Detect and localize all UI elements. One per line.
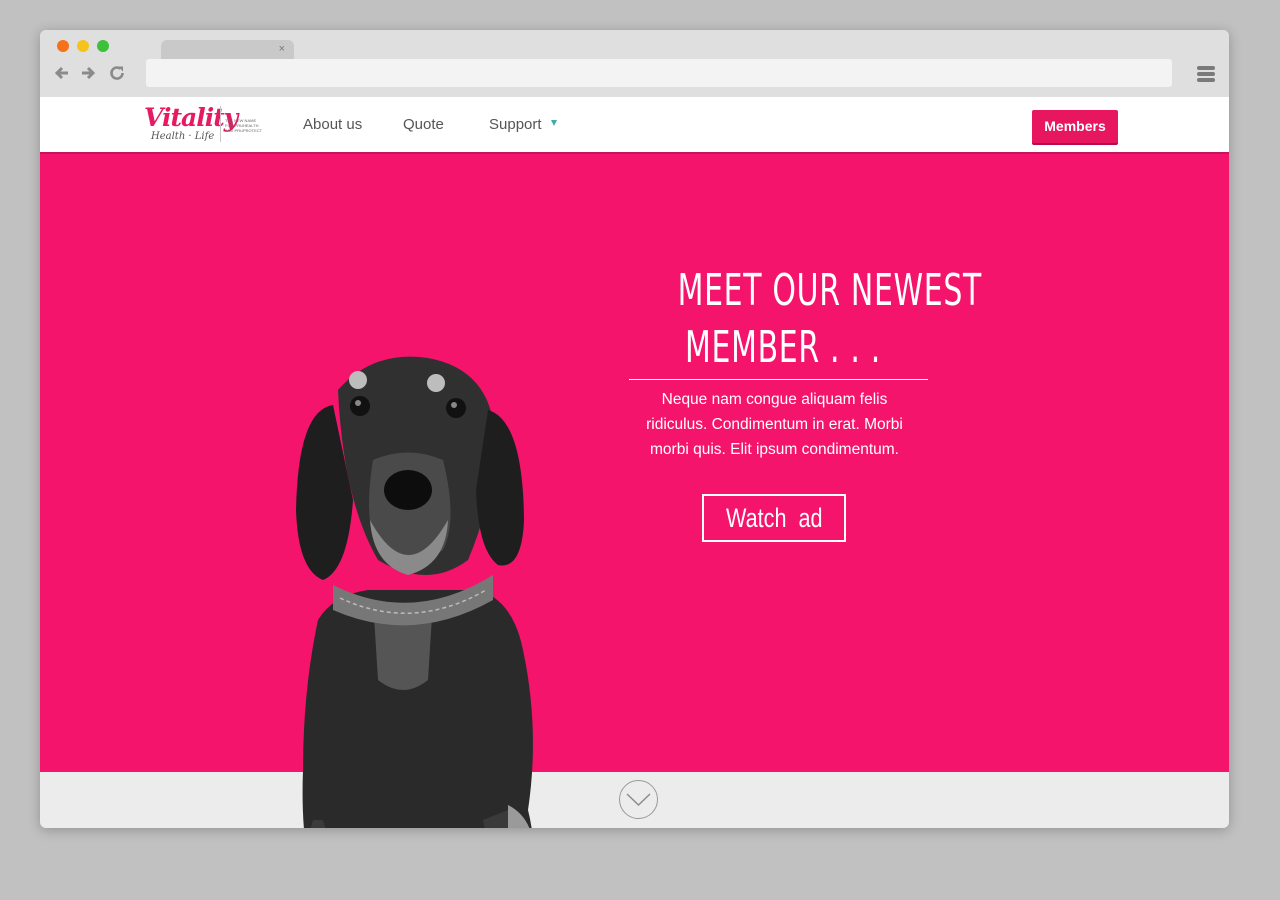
site-header: Vitality Health · Life THE NEW NAME FOR … (40, 97, 1229, 154)
minimize-window-button[interactable] (77, 40, 89, 52)
members-button[interactable]: Members (1032, 110, 1118, 143)
hero-title: MEET OUR NEWEST MEMBER . . . (677, 262, 983, 376)
address-bar[interactable] (146, 59, 1172, 87)
browser-tab[interactable]: × (161, 40, 294, 59)
maximize-window-button[interactable] (97, 40, 109, 52)
logo-wordmark: Vitality (144, 103, 238, 132)
vitality-logo[interactable]: Vitality Health · Life THE NEW NAME FOR … (144, 104, 264, 146)
hamburger-menu-icon[interactable] (1197, 66, 1215, 82)
hero-divider (629, 379, 928, 380)
scroll-down-button[interactable] (619, 780, 658, 819)
browser-window: × Vitality Health · Life THE NEW NAME FO… (40, 30, 1229, 828)
close-window-button[interactable] (57, 40, 69, 52)
watch-ad-label: Watch ad (725, 503, 823, 533)
reload-icon[interactable] (108, 64, 126, 82)
hero-title-line-2: MEMBER . . . (685, 322, 881, 373)
hero-title-line-1: MEET OUR NEWEST (677, 265, 983, 316)
logo-subtitle: Health · Life (151, 131, 215, 142)
chevron-down-icon[interactable] (551, 120, 557, 126)
hero-description: Neque nam congue aliquam felis ridiculus… (646, 391, 903, 458)
watch-ad-button[interactable]: Watch ad (702, 494, 846, 542)
dachshund-image (296, 356, 533, 828)
logo-tagline: THE NEW NAME FOR PRUHEALTH AND PRUPROTEC… (225, 118, 263, 133)
logo-divider (220, 106, 221, 142)
nav-about-us[interactable]: About us (303, 116, 362, 134)
chevron-down-icon (626, 793, 651, 806)
tab-close-icon[interactable]: × (279, 42, 285, 56)
nav-support[interactable]: Support (489, 116, 542, 134)
nav-quote[interactable]: Quote (403, 116, 444, 134)
browser-chrome: × (40, 30, 1229, 97)
hero-section: MEET OUR NEWEST MEMBER . . . Neque nam c… (40, 154, 1229, 828)
arrow-left-icon[interactable] (53, 64, 71, 82)
arrow-right-icon[interactable] (79, 64, 97, 82)
